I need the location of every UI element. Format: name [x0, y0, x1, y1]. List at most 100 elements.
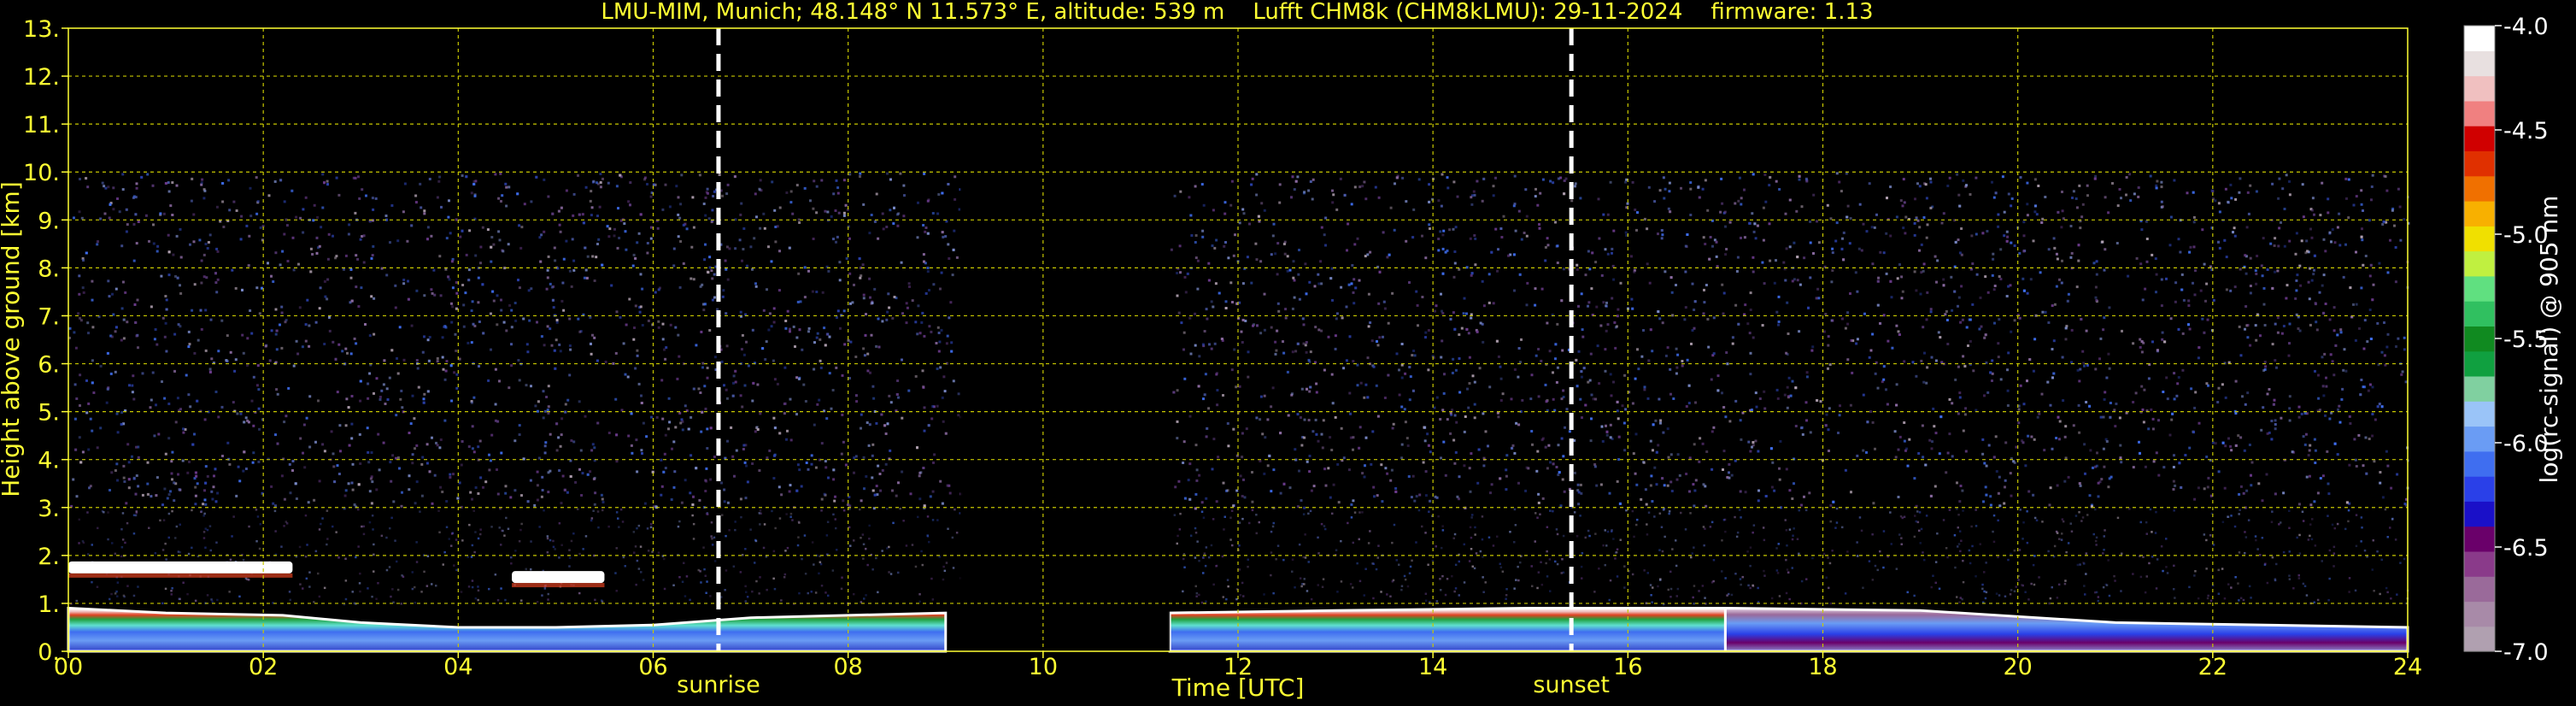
- noise-dot: [2125, 176, 2128, 179]
- noise-dot: [2188, 250, 2192, 254]
- noise-dot: [362, 261, 366, 264]
- noise-dot: [131, 384, 134, 387]
- noise-dot: [332, 465, 336, 468]
- noise-dot: [1205, 435, 1208, 438]
- noise-dot: [2140, 350, 2144, 354]
- noise-dot: [596, 243, 599, 245]
- noise-dot: [187, 345, 191, 349]
- noise-dot: [1614, 346, 1617, 350]
- noise-dot: [2263, 361, 2267, 364]
- noise-dot: [680, 501, 684, 504]
- noise-dot: [439, 294, 443, 297]
- noise-dot: [171, 478, 173, 481]
- noise-dot: [1427, 368, 1430, 372]
- noise-dot: [570, 285, 573, 288]
- noise-dot: [1358, 279, 1361, 282]
- noise-dot: [2094, 508, 2097, 511]
- noise-dot: [257, 388, 261, 391]
- noise-dot: [2243, 449, 2246, 452]
- noise-dot: [889, 401, 893, 404]
- noise-dot: [2381, 223, 2385, 226]
- noise-dot: [868, 277, 871, 280]
- noise-dot: [710, 221, 713, 224]
- noise-dot: [2078, 431, 2081, 434]
- noise-dot: [1688, 490, 1691, 493]
- noise-dot: [370, 256, 373, 260]
- noise-dot: [1449, 432, 1452, 435]
- noise-dot: [1476, 330, 1479, 333]
- noise-dot: [1390, 468, 1394, 472]
- noise-dot: [2296, 274, 2299, 277]
- noise-dot: [510, 326, 513, 329]
- noise-dot: [371, 197, 374, 200]
- noise-dot: [2181, 368, 2185, 372]
- noise-dot: [112, 208, 115, 211]
- noise-dot: [661, 338, 665, 341]
- noise-dot: [239, 238, 243, 241]
- noise-dot: [1557, 474, 1560, 476]
- noise-dot: [1294, 448, 1297, 451]
- noise-dot: [2171, 412, 2174, 415]
- noise-dot: [1537, 501, 1540, 504]
- noise-dot: [2239, 177, 2242, 180]
- noise-dot: [2270, 420, 2274, 422]
- noise-dot: [786, 429, 789, 432]
- noise-dot: [1983, 571, 1986, 574]
- noise-dot: [219, 220, 222, 223]
- noise-dot: [1327, 467, 1330, 470]
- noise-dot: [91, 279, 94, 283]
- noise-dot: [1400, 405, 1404, 409]
- noise-dot: [566, 491, 569, 494]
- noise-dot: [1546, 321, 1549, 325]
- noise-dot: [1394, 487, 1398, 490]
- noise-dot: [2224, 187, 2227, 191]
- noise-dot: [1183, 497, 1187, 500]
- noise-dot: [2067, 292, 2070, 296]
- noise-dot: [888, 306, 891, 309]
- noise-dot: [1769, 447, 1773, 450]
- noise-dot: [422, 401, 425, 404]
- noise-dot: [1223, 212, 1227, 215]
- noise-dot: [1870, 226, 1874, 229]
- noise-dot: [1255, 258, 1259, 262]
- noise-dot: [939, 479, 942, 483]
- noise-dot: [1812, 193, 1816, 197]
- noise-dot: [257, 460, 261, 463]
- noise-dot: [684, 404, 687, 408]
- noise-dot: [2103, 549, 2105, 551]
- noise-dot: [1196, 287, 1200, 291]
- noise-dot: [2160, 304, 2163, 308]
- noise-dot: [1896, 277, 1899, 280]
- noise-dot: [590, 342, 592, 345]
- noise-dot: [1499, 477, 1502, 480]
- noise-dot: [770, 325, 773, 328]
- noise-dot: [77, 312, 80, 315]
- noise-dot: [778, 206, 782, 209]
- noise-dot: [373, 391, 375, 395]
- noise-dot: [1428, 183, 1431, 186]
- noise-dot: [255, 286, 259, 290]
- noise-dot: [225, 359, 228, 362]
- noise-dot: [2033, 210, 2037, 214]
- noise-dot: [1849, 217, 1852, 220]
- noise-dot: [2360, 235, 2363, 238]
- noise-dot: [2163, 340, 2167, 344]
- noise-dot: [616, 246, 619, 250]
- noise-dot: [227, 179, 231, 182]
- noise-dot: [657, 320, 660, 323]
- noise-dot: [1207, 407, 1211, 410]
- noise-dot: [896, 379, 900, 382]
- noise-dot: [875, 421, 878, 425]
- noise-dot: [767, 245, 770, 249]
- noise-dot: [593, 503, 596, 506]
- noise-dot: [929, 495, 932, 498]
- noise-dot: [742, 248, 745, 250]
- noise-dot: [1796, 256, 1799, 259]
- noise-dot: [642, 421, 645, 425]
- noise-dot: [1805, 419, 1808, 422]
- noise-dot: [543, 509, 545, 512]
- noise-dot: [2198, 346, 2201, 350]
- noise-dot: [2063, 479, 2067, 483]
- noise-dot: [1263, 209, 1266, 212]
- noise-dot: [518, 540, 521, 543]
